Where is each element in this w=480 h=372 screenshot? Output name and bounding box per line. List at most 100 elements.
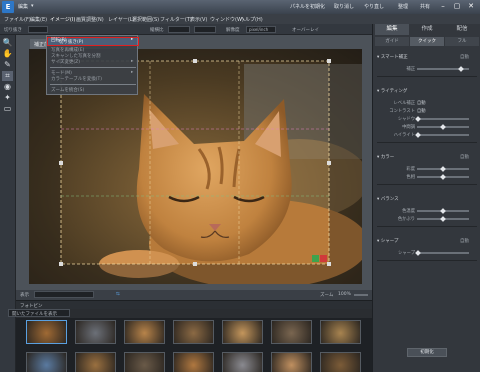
photo-thumbnail[interactable] <box>173 352 214 372</box>
photo-thumbnail[interactable] <box>320 352 361 372</box>
menu-image[interactable]: イメージ(I) <box>50 16 75 23</box>
menu-divider <box>50 67 136 68</box>
photo-thumbnail[interactable] <box>173 320 214 344</box>
mode-label: 切り抜き <box>4 28 22 33</box>
photo-thumbnail[interactable] <box>75 320 116 344</box>
straighten-icon[interactable]: ▭ <box>2 104 13 114</box>
organize-button[interactable]: 整理 <box>398 3 408 10</box>
section-title: カラー <box>380 155 395 160</box>
adjustment-slider[interactable] <box>417 252 469 254</box>
photo-thumbnail[interactable] <box>320 320 361 344</box>
auto-value[interactable]: 自動 <box>417 108 426 114</box>
menu-item-merge[interactable]: ズームを統合(S) <box>51 87 84 93</box>
redo-button[interactable]: やり直し <box>364 3 384 10</box>
menu-bar: ファイル(F) 編集(E) イメージ(I) 画質調整(N) レイヤー(L) 選択… <box>0 14 480 24</box>
subtab-full[interactable]: フル <box>445 37 479 46</box>
auto-button[interactable]: 自動 <box>460 154 469 160</box>
quick-select-icon[interactable]: ✎ <box>2 60 13 70</box>
menu-edit[interactable]: 編集(E) <box>30 16 47 23</box>
section-title: スマート補正 <box>380 55 408 60</box>
adjustment-label: 色相 <box>406 175 415 180</box>
height-field[interactable] <box>194 26 216 33</box>
view-select[interactable] <box>34 291 94 298</box>
auto-button[interactable]: 自動 <box>460 238 469 244</box>
unit-select[interactable]: pixel/inch <box>246 26 276 33</box>
menu-layer[interactable]: レイヤー(L) <box>108 16 135 23</box>
maximize-icon[interactable]: ▢ <box>450 1 464 12</box>
menu-view[interactable]: 表示(V) <box>190 16 207 23</box>
auto-button[interactable]: 自動 <box>460 54 469 60</box>
workspace-menu-chevron-icon[interactable]: ▾ <box>31 3 34 9</box>
menu-select[interactable]: 選択範囲(S) <box>132 16 159 23</box>
image-menu-dropdown: 回転(R) ▸ 切り抜き(P) 写真を再構成(E) スキャンした写真を分割 サイ… <box>46 35 139 95</box>
hand-tool-icon[interactable]: ✋ <box>2 49 13 59</box>
auto-value[interactable]: 自動 <box>417 100 426 106</box>
section-title: バランス <box>380 197 399 202</box>
menu-filter[interactable]: フィルター(T) <box>160 16 192 23</box>
section-header[interactable]: ▾ スマート補正 自動 <box>377 54 477 62</box>
crop-tool-icon[interactable]: ⌗ <box>2 71 13 81</box>
section-divider <box>377 184 477 185</box>
zoom-tool-icon[interactable]: 🔍 <box>2 38 13 48</box>
unit-value: pixel/inch <box>249 27 269 32</box>
section-divider <box>377 76 477 77</box>
share-button[interactable]: 共有 <box>420 3 430 10</box>
section-header[interactable]: ▾ ライティング <box>377 88 477 96</box>
photo-thumbnail[interactable] <box>124 352 165 372</box>
section-divider <box>377 142 477 143</box>
red-eye-icon[interactable]: ◉ <box>2 82 13 92</box>
photo-thumbnail[interactable] <box>222 320 263 344</box>
photo-thumbnail[interactable] <box>271 352 312 372</box>
adjustment-label: 補正 <box>406 67 415 72</box>
photo-thumbnail[interactable] <box>26 352 67 372</box>
aspect-label: 縦横比 <box>150 28 164 33</box>
adjustment-label: 色温度 <box>402 209 415 214</box>
undo-button[interactable]: 取り消し <box>334 3 354 10</box>
photo-thumbnail[interactable] <box>26 320 67 344</box>
subtab-quick[interactable]: クイック <box>410 37 444 46</box>
section-header[interactable]: ▾ シャープ 自動 <box>377 238 477 246</box>
menu-file[interactable]: ファイル(F) <box>4 16 31 23</box>
adjustment-label: シャドウ <box>397 117 415 122</box>
photo-bin-select[interactable]: 開いたファイルを表示 <box>8 309 70 317</box>
menu-window[interactable]: ウィンドウ(W) <box>210 16 244 23</box>
resolution-label: 解像度 <box>226 28 240 33</box>
zoom-value: 100% <box>338 292 351 297</box>
photo-thumbnail[interactable] <box>271 320 312 344</box>
section-title: シャープ <box>380 239 399 244</box>
photo-thumbnail[interactable] <box>124 320 165 344</box>
photoshop-elements-window: E 編集 ▾ パネルを初期化 取り消し やり直し 整理 共有 – ▢ ✕ ファイ… <box>0 0 480 372</box>
section-title: ライティング <box>380 89 408 94</box>
view-bar: 表示 ⇆ ズーム 100% <box>16 290 372 300</box>
mode-select[interactable] <box>28 26 48 33</box>
section-divider <box>377 260 477 261</box>
whiten-teeth-icon[interactable]: ✦ <box>2 93 13 103</box>
minimize-icon[interactable]: – <box>436 1 450 12</box>
tab-edit[interactable]: 編集 <box>375 24 409 35</box>
reset-panels-button[interactable]: パネルを初期化 <box>290 3 325 10</box>
menu-item-resize[interactable]: サイズ変更(Z) <box>51 59 80 65</box>
menu-item-convert-color-table[interactable]: カラーテーブルを変換(T) <box>51 76 102 82</box>
tab-share[interactable]: 配信 <box>445 24 479 35</box>
subtab-guided[interactable]: ガイド <box>375 37 409 46</box>
swap-view-icon[interactable]: ⇆ <box>116 292 120 297</box>
close-icon[interactable]: ✕ <box>464 1 478 12</box>
photo-thumbnail[interactable] <box>75 352 116 372</box>
menu-item-crop[interactable]: 切り抜き(P) <box>59 39 83 45</box>
adjustment-label: コントラスト <box>389 109 415 114</box>
tab-create[interactable]: 作成 <box>410 24 444 35</box>
section-header[interactable]: ▾ カラー 自動 <box>377 154 477 162</box>
menu-enhance[interactable]: 画質調整(N) <box>76 16 104 23</box>
section-header[interactable]: ▾ バランス <box>377 196 477 204</box>
width-field[interactable] <box>168 26 190 33</box>
slider-thumb[interactable] <box>457 66 464 72</box>
adjustment-slider[interactable] <box>417 118 469 120</box>
photo-thumbnail[interactable] <box>222 352 263 372</box>
reset-button[interactable]: 初期化 <box>407 348 447 357</box>
adjustment-slider[interactable] <box>417 134 469 136</box>
menu-help[interactable]: ヘルプ(H) <box>240 16 263 23</box>
overlay-label: オーバーレイ <box>292 28 319 33</box>
zoom-label: ズーム <box>320 293 334 298</box>
workspace-title[interactable]: 編集 <box>18 3 28 10</box>
zoom-slider[interactable] <box>354 294 368 296</box>
